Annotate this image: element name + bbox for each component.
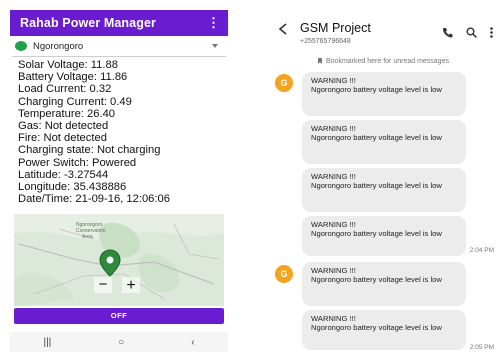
contact-name: GSM Project [300,21,371,35]
reading-temperature: Temperature: 26.40 [18,107,116,120]
reading-charging-state: Charging state: Not charging [18,144,161,157]
reading-fire: Fire: Not detected [18,132,107,145]
site-name: Ngorongoro [33,40,84,52]
reading-power-switch: Power Switch: Powered [18,156,137,169]
chevron-down-icon [212,44,218,48]
back-arrow-icon[interactable] [278,22,288,39]
map-label-3: Area [82,234,93,240]
recent-apps-icon[interactable]: ||| [43,337,51,348]
zoom-in-button[interactable]: + [122,277,140,294]
map-view[interactable]: Ngorongoro Conservation Area − + [14,214,224,306]
avatar[interactable]: G [275,265,293,283]
message-bubble[interactable]: WARNING !!! Ngorongoro battery voltage l… [302,168,466,212]
message-text: WARNING !!! Ngorongoro battery voltage l… [311,266,442,284]
power-manager-screen: Rahab Power Manager ⋮ Ngorongoro Solar V… [10,10,228,352]
search-icon[interactable] [466,25,477,43]
bookmark-text: Bookmarked here for unread messages [326,57,449,65]
message-text: WARNING !!! Ngorongoro battery voltage l… [311,76,442,94]
reading-gas: Gas: Not detected [18,120,109,133]
phone-icon[interactable] [442,25,453,43]
reading-solar-voltage: Solar Voltage: 11.88 [18,59,118,71]
message-bubble[interactable]: WARNING !!! Ngorongoro battery voltage l… [302,72,466,116]
contact-number: +255765796648 [300,38,351,45]
message-bubble[interactable]: WARNING !!! Ngorongoro battery voltage l… [302,262,466,306]
message-bubble[interactable]: WARNING !!! Ngorongoro battery voltage l… [302,216,466,256]
reading-load-current: Load Current: 0.32 [18,83,112,96]
avatar[interactable]: G [275,74,293,92]
conversation-header: GSM Project +255765796648 [270,10,497,52]
message-text: WARNING !!! Ngorongoro battery voltage l… [311,314,442,332]
reading-charging-current: Charging Current: 0.49 [18,95,132,108]
messages-screen: GSM Project +255765796648 Bookmarked her… [270,10,497,352]
message-text: WARNING !!! Ngorongoro battery voltage l… [311,220,442,238]
message-text: WARNING !!! Ngorongoro battery voltage l… [311,172,442,190]
bookmark-icon [318,58,323,64]
back-icon[interactable]: ‹ [191,337,194,348]
home-icon[interactable]: ○ [118,337,124,348]
overflow-menu-icon[interactable] [490,25,493,43]
message-text: WARNING !!! Ngorongoro battery voltage l… [311,124,442,142]
overflow-menu-icon[interactable]: ⋮ [207,15,220,31]
message-bubble[interactable]: WARNING !!! Ngorongoro battery voltage l… [302,310,466,350]
svg-text:−: − [99,276,108,293]
site-selector[interactable]: Ngorongoro [12,36,226,57]
unread-bookmark-banner: Bookmarked here for unread messages [270,54,497,68]
svg-text:+: + [126,277,135,294]
readings-list: Solar Voltage: 11.88 Battery Voltage: 11… [10,57,228,205]
reading-longitude: Longitude: 35.438886 [18,181,127,194]
app-bar: Rahab Power Manager ⋮ [10,10,228,36]
system-nav-bar: ||| ○ ‹ [10,332,228,352]
off-button[interactable]: OFF [14,308,224,324]
zoom-out-button[interactable]: − [94,276,112,293]
reading-battery-voltage: Battery Voltage: 11.86 [18,71,128,84]
reading-datetime: Date/Time: 21-09-16, 12:06:06 [18,193,170,206]
app-title: Rahab Power Manager [20,16,156,30]
message-bubble[interactable]: WARNING !!! Ngorongoro battery voltage l… [302,120,466,164]
reading-latitude: Latitude: -3.27544 [18,168,109,181]
message-timestamp: 2:05 PM [469,344,494,351]
map-canvas: Ngorongoro Conservation Area − + [14,214,224,306]
message-timestamp: 2:04 PM [469,247,494,254]
site-icon [15,41,27,51]
